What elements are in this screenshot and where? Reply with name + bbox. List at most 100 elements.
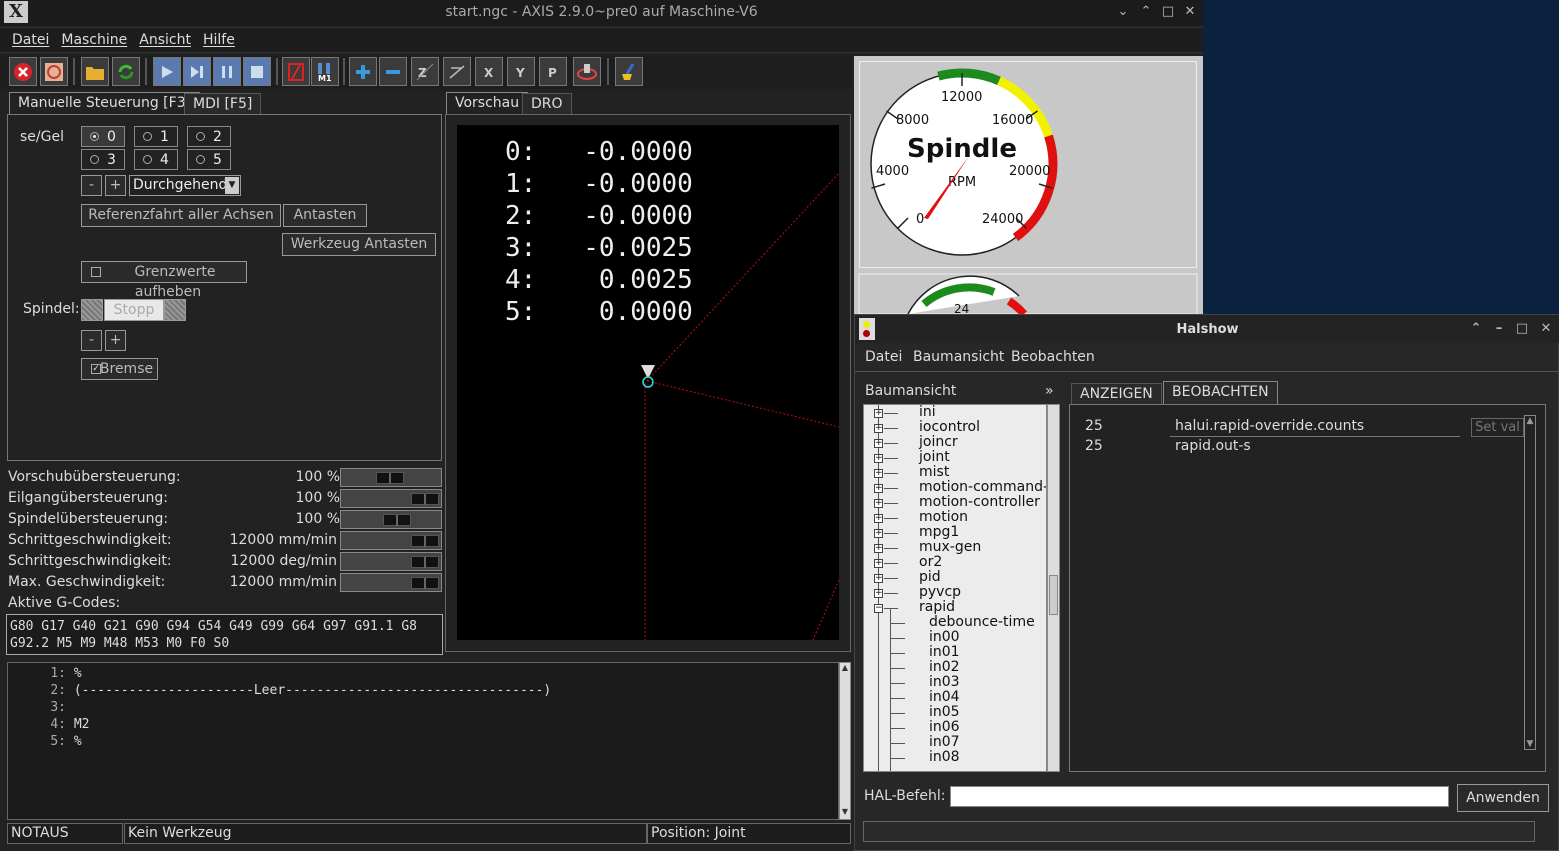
stop-icon[interactable] [243,57,271,86]
expand-icon[interactable]: + [874,514,883,523]
menu-ansicht[interactable]: Ansicht [139,28,191,52]
tab-dro[interactable]: DRO [522,93,572,115]
spindle-forward-button[interactable] [164,299,186,321]
block-delete-icon[interactable] [282,57,310,86]
view-z-icon[interactable]: Z [411,57,439,86]
watch-scrollbar[interactable]: ▲ ▼ [1524,415,1536,750]
joint-radio-2[interactable]: 2 [187,126,231,147]
slider-knob[interactable] [411,556,439,568]
tree-scrollbar[interactable] [1047,404,1060,772]
brake-checkbox[interactable]: ✓ Bremse [81,358,158,380]
expand-icon[interactable]: + [874,469,883,478]
home-all-button[interactable]: Referenzfahrt aller Achsen [81,204,281,227]
tree-item[interactable]: + joint [864,449,1044,466]
angular-jog-speed-slider[interactable] [340,552,442,571]
chevron-up-icon[interactable]: ⌃ [1467,320,1485,338]
optional-stop-icon[interactable]: M1 [311,57,339,86]
tree-child-item[interactable]: in08 [864,749,1044,766]
run-icon[interactable] [153,57,181,86]
scroll-up-icon[interactable]: ▲ [840,663,850,675]
estop-icon[interactable] [9,57,37,86]
slider-knob[interactable] [383,514,411,526]
hal-tree[interactable]: + ini + iocontrol + joincr + joint + mist + motion-… [863,404,1047,772]
slider-knob[interactable] [411,535,439,547]
joint-radio-3[interactable]: 3 [81,149,125,170]
spindle-reverse-button[interactable] [81,299,103,321]
gcode-scrollbar[interactable]: ▲ ▼ [839,662,851,820]
expand-icon[interactable]: + [874,439,883,448]
tab-manual-control[interactable]: Manuelle Steuerung [F3] [9,92,201,114]
reload-icon[interactable] [112,57,140,86]
jog-speed-slider[interactable] [340,531,442,550]
zoom-out-icon[interactable] [379,57,407,86]
close-icon[interactable]: ✕ [1537,320,1555,338]
tree-item[interactable]: + joincr [864,434,1044,451]
rapid-override-slider[interactable] [340,489,442,508]
joint-radio-4[interactable]: 4 [134,149,178,170]
rotate-icon[interactable] [573,57,601,86]
menu-datei[interactable]: Datei [12,28,49,52]
spindle-override-slider[interactable] [340,510,442,529]
tab-anzeigen[interactable]: ANZEIGEN [1071,383,1162,405]
max-velocity-slider[interactable] [340,573,442,592]
minimize-icon[interactable]: ⌄ [1114,3,1132,21]
axis-titlebar[interactable]: X start.ngc - AXIS 2.9.0~pre0 auf Maschi… [0,0,1203,25]
override-limits-checkbox[interactable]: Grenzwerte aufheben [81,261,247,300]
touch-off-button[interactable]: Antasten [283,204,367,227]
jog-mode-select[interactable]: Durchgehend ▼ [129,175,241,196]
scroll-down-icon[interactable]: ▼ [840,807,850,819]
collapse-icon[interactable]: − [874,604,883,613]
machine-power-icon[interactable] [40,57,68,86]
zoom-in-icon[interactable] [349,57,377,86]
step-icon[interactable] [183,57,211,86]
spindle-faster-button[interactable]: + [105,330,126,351]
expand-icon[interactable]: + [874,454,883,463]
tab-beobachten[interactable]: BEOBACHTEN [1163,381,1278,405]
jog-plus-button[interactable]: + [105,175,126,196]
joint-radio-5[interactable]: 5 [187,149,231,170]
feed-override-slider[interactable] [340,468,442,487]
maximize-icon[interactable]: □ [1159,3,1177,21]
apply-button[interactable]: Anwenden [1457,784,1549,812]
tool-touch-off-button[interactable]: Werkzeug Antasten [282,233,436,256]
expand-icon[interactable]: + [874,544,883,553]
view-z2-icon[interactable] [443,57,471,86]
open-file-icon[interactable] [81,57,109,86]
pause-icon[interactable] [213,57,241,86]
slider-knob[interactable] [376,472,404,484]
joint-radio-1[interactable]: 1 [134,126,178,147]
scroll-up-icon[interactable]: ▲ [1525,416,1535,426]
set-value-button[interactable]: Set val [1471,418,1524,437]
gcode-viewer[interactable]: 1: % 2: (----------------------Leer-----… [7,662,839,820]
tab-preview[interactable]: Vorschau [446,92,529,114]
slider-knob[interactable] [411,577,439,589]
preview-canvas[interactable]: 0: -0.0000 1: -0.0000 2: -0.0000 3: -0.0… [457,125,839,640]
minimize-icon[interactable]: – [1490,320,1508,338]
hs-menu-datei[interactable]: Datei [865,349,902,365]
expand-icon[interactable]: + [874,529,883,538]
active-gcodes-box[interactable]: G80 G17 G40 G21 G90 G94 G54 G49 G99 G64 … [6,614,443,655]
expand-icon[interactable]: + [874,409,883,418]
hs-menu-beobachten[interactable]: Beobachten [1011,349,1095,365]
clear-plot-icon[interactable] [615,57,643,86]
tree-item[interactable]: + or2 [864,554,1044,571]
expand-icon[interactable]: + [874,424,883,433]
tree-item[interactable]: + mux-gen [864,539,1044,556]
joint-radio-0[interactable]: 0 [81,126,125,147]
tab-mdi[interactable]: MDI [F5] [184,93,262,115]
maximize-icon[interactable]: □ [1513,320,1531,338]
expand-icon[interactable]: + [874,559,883,568]
menu-hilfe[interactable]: Hilfe [203,28,235,52]
expand-icon[interactable]: + [874,499,883,508]
chevron-up-icon[interactable]: ⌃ [1137,3,1155,21]
expand-icon[interactable]: + [874,484,883,493]
spindle-stop-button[interactable]: Stopp [104,299,164,321]
halshow-titlebar[interactable]: Halshow ⌃ – □ ✕ [855,315,1559,343]
hs-menu-baumansicht[interactable]: Baumansicht [913,349,1004,365]
expand-icon[interactable]: + [874,574,883,583]
spindle-slower-button[interactable]: - [81,330,102,351]
expand-icon[interactable]: + [874,589,883,598]
menu-maschine[interactable]: Maschine [61,28,127,52]
view-p-icon[interactable]: P [539,57,567,86]
slider-knob[interactable] [411,493,439,505]
